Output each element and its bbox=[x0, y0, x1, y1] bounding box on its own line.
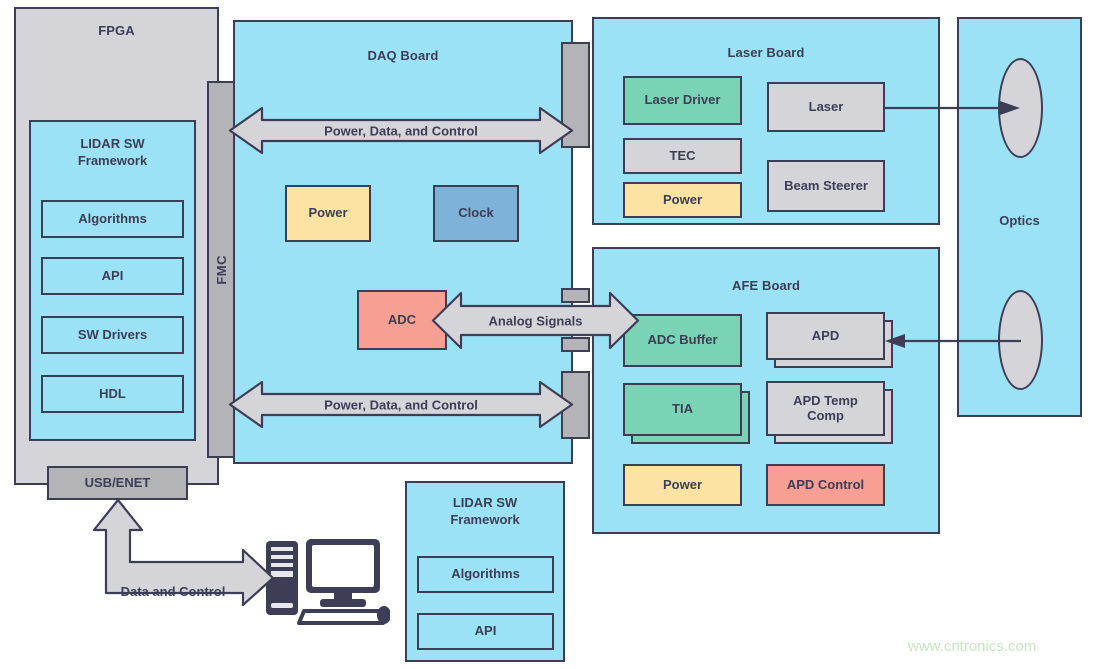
tia-block[interactable]: TIA bbox=[623, 383, 742, 436]
fmc-label: FMC bbox=[214, 254, 230, 285]
host-framework-item-api[interactable]: API bbox=[417, 613, 554, 650]
host-framework-title-line2: Framework bbox=[450, 511, 520, 527]
arrow-data-and-control: Data and Control bbox=[88, 498, 275, 607]
daq-clock-block[interactable]: Clock bbox=[433, 185, 519, 242]
apd-temp-comp-label-line2: Comp bbox=[807, 407, 844, 423]
desktop-computer-icon bbox=[262, 533, 390, 625]
adc-buffer-block[interactable]: ADC Buffer bbox=[623, 314, 742, 367]
daq-board-title: DAQ Board bbox=[367, 48, 439, 63]
arrow-analog-signals: Analog Signals bbox=[431, 291, 640, 350]
fpga-framework-title-line2: Framework bbox=[77, 152, 148, 168]
apd-temp-comp-label-line1: APD Temp bbox=[793, 392, 858, 408]
daq-power-block[interactable]: Power bbox=[285, 185, 371, 242]
tec-block[interactable]: TEC bbox=[623, 138, 742, 174]
apd-control-block[interactable]: APD Control bbox=[766, 464, 885, 506]
fpga-framework-item-hdl[interactable]: HDL bbox=[41, 375, 184, 413]
beam-steerer-block[interactable]: Beam Steerer bbox=[767, 160, 885, 212]
fpga-title: FPGA bbox=[98, 23, 135, 38]
apd-temp-comp-block[interactable]: APD Temp Comp bbox=[766, 381, 885, 436]
arrow-fpga-daq-top: Power, Data, and Control bbox=[228, 106, 574, 155]
lidar-block-diagram: FPGA LIDAR SW Framework Algorithms API S… bbox=[0, 0, 1098, 669]
fpga-framework-item-api[interactable]: API bbox=[41, 257, 184, 295]
arrow-fpga-daq-bottom: Power, Data, and Control bbox=[228, 380, 574, 429]
apd-block-stack[interactable]: APD bbox=[766, 312, 893, 368]
tia-block-stack[interactable]: TIA bbox=[623, 383, 750, 444]
optics-title: Optics bbox=[999, 213, 1040, 228]
line-laser-to-optics bbox=[884, 99, 1020, 117]
laser-board-title: Laser Board bbox=[727, 45, 805, 60]
watermark: www.cntronics.com bbox=[908, 638, 1037, 655]
laser-block[interactable]: Laser bbox=[767, 82, 885, 132]
laser-driver-block[interactable]: Laser Driver bbox=[623, 76, 742, 125]
afe-power-block[interactable]: Power bbox=[623, 464, 742, 506]
apd-temp-comp-stack[interactable]: APD Temp Comp bbox=[766, 381, 893, 444]
host-framework-item-algorithms[interactable]: Algorithms bbox=[417, 556, 554, 593]
host-framework-title-line1: LIDAR SW bbox=[452, 495, 518, 510]
fpga-framework-item-algorithms[interactable]: Algorithms bbox=[41, 200, 184, 238]
laser-power-block[interactable]: Power bbox=[623, 182, 742, 218]
usb-enet-port[interactable]: USB/ENET bbox=[47, 466, 188, 500]
afe-board-title: AFE Board bbox=[731, 278, 801, 293]
apd-block[interactable]: APD bbox=[766, 312, 885, 360]
line-optics-to-apd bbox=[885, 332, 1021, 350]
fpga-framework-title-line1: LIDAR SW bbox=[80, 136, 145, 151]
fpga-framework-item-sw-drivers[interactable]: SW Drivers bbox=[41, 316, 184, 354]
